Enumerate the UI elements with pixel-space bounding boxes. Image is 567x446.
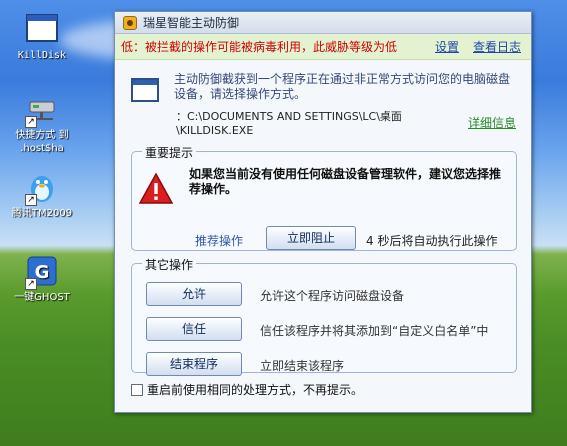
intercept-description: 主动防御截获到一个程序正在通过非正常方式访问您的电脑磁盘设备，请选择操作方式。 xyxy=(174,72,511,101)
recommendation-text: 如果您当前没有使用任何磁盘设备管理软件，建议您选择推荐操作。 xyxy=(189,167,502,196)
group-title-other: 其它操作 xyxy=(142,256,197,273)
dialog-titlebar[interactable]: 瑞星智能主动防御 xyxy=(115,12,531,34)
block-now-button[interactable]: 立即阻止 xyxy=(266,226,356,250)
penguin-icon: ↗ xyxy=(25,170,59,206)
ghost-app-icon: G ↗ xyxy=(25,254,59,290)
program-window-icon xyxy=(131,78,159,102)
desktop-icon-host-share[interactable]: ↗ 快捷方式 到 .host$ha xyxy=(0,92,84,155)
dialog-title: 瑞星智能主动防御 xyxy=(143,16,240,30)
desktop-icon-label: 腾讯TM2009 xyxy=(11,208,73,219)
active-defense-dialog: 瑞星智能主动防御 低：被拦截的操作可能被病毒利用，此威胁等级为低 设置 查看日志… xyxy=(114,11,532,413)
auto-action-countdown: 4 秒后将自动执行此操作 xyxy=(366,234,498,248)
threat-warning-text: 低：被拦截的操作可能被病毒利用，此威胁等级为低 xyxy=(121,40,398,54)
desktop-icon-ghost[interactable]: G ↗ 一键GHOST xyxy=(0,254,84,304)
end-program-button[interactable]: 结束程序 xyxy=(146,352,242,376)
threat-level-bar: 低：被拦截的操作可能被病毒利用，此威胁等级为低 设置 查看日志 xyxy=(115,34,531,60)
desktop-icon-label: 一键GHOST xyxy=(14,292,70,303)
window-app-icon xyxy=(25,12,59,46)
allow-button[interactable]: 允许 xyxy=(146,282,242,306)
allow-description: 允许这个程序访问磁盘设备 xyxy=(260,289,405,303)
other-actions-group: 其它操作 允许 允许这个程序访问磁盘设备 信任 信任该程序并将其添加到“自定义白… xyxy=(131,256,517,376)
desktop-icon-label: 快捷方式 到 .host$ha xyxy=(15,130,69,154)
desktop-icon-tm2009[interactable]: ↗ 腾讯TM2009 xyxy=(0,170,84,220)
settings-link[interactable]: 设置 xyxy=(435,38,459,55)
remember-checkbox[interactable] xyxy=(131,383,143,396)
shortcut-arrow-icon: ↗ xyxy=(25,194,37,206)
important-notice-group: 重要提示 如果您当前没有使用任何磁盘设备管理软件，建议您选择推荐操作。 推荐操作… xyxy=(131,144,517,251)
recommended-action-label: 推荐操作 xyxy=(195,234,244,248)
view-log-link[interactable]: 查看日志 xyxy=(473,38,521,55)
shortcut-arrow-icon: ↗ xyxy=(25,278,37,290)
trust-description: 信任该程序并将其添加到“自定义白名单”中 xyxy=(260,324,489,338)
desktop-icon-label: KillDisk xyxy=(17,50,67,61)
trust-button[interactable]: 信任 xyxy=(146,317,242,341)
rising-logo-icon xyxy=(123,15,137,30)
end-program-description: 立即结束该程序 xyxy=(260,359,345,373)
shortcut-arrow-icon: ↗ xyxy=(25,116,37,128)
remember-choice-option[interactable]: 重启前使用相同的处理方式，不再提示。 xyxy=(131,381,363,398)
remember-choice-label: 重启前使用相同的处理方式，不再提示。 xyxy=(147,383,364,397)
program-path: ：C:\DOCUMENTS AND SETTINGS\LC\桌面\KILLDIS… xyxy=(176,110,402,137)
program-path-row: ：C:\DOCUMENTS AND SETTINGS\LC\桌面\KILLDIS… xyxy=(176,108,516,137)
details-link[interactable]: 详细信息 xyxy=(468,114,516,131)
desktop-icon-killdisk[interactable]: KillDisk xyxy=(0,12,84,62)
network-drive-icon: ↗ xyxy=(25,92,59,128)
warning-triangle-icon xyxy=(138,172,174,206)
group-title-important: 重要提示 xyxy=(142,144,197,161)
